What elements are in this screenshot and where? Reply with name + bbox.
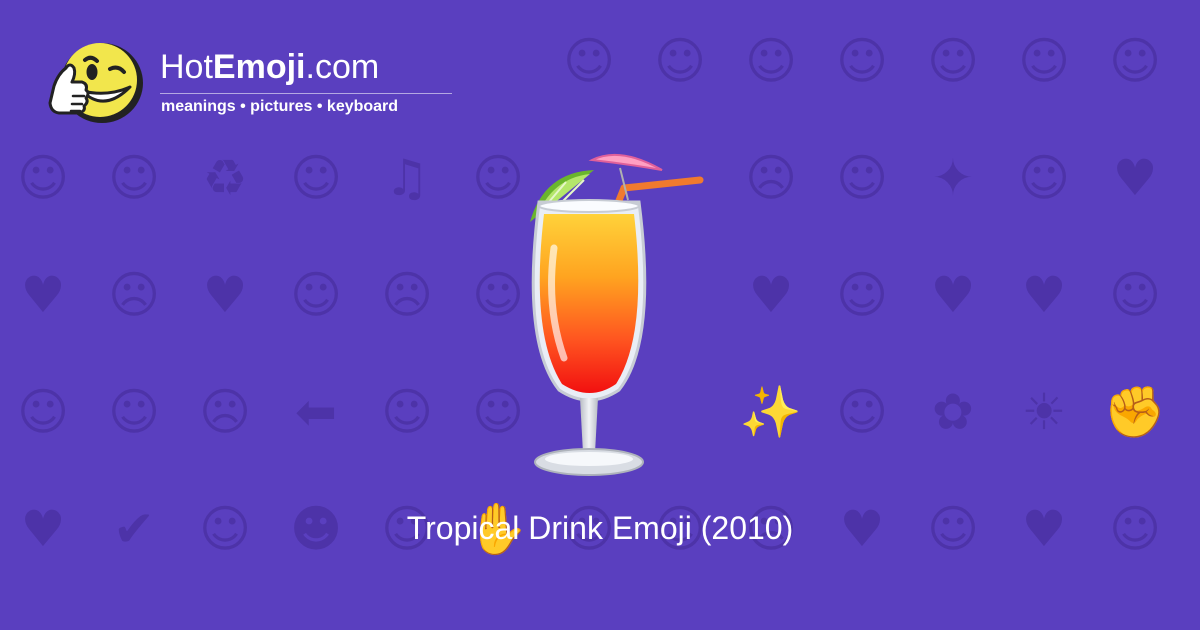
background-smiley-face-icon: ☺	[107, 149, 161, 207]
background-smiley-face-icon: ☺	[16, 149, 70, 207]
site-logo[interactable]: HotEmoji.com meanings • pictures • keybo…	[40, 36, 460, 132]
background-smiley-face-icon: ☺	[471, 149, 525, 207]
background-smiley-face-icon: ☺	[1017, 32, 1071, 90]
tropical-drink-icon	[530, 153, 704, 476]
background-sad-face-icon: ☹	[107, 266, 161, 324]
background-smiley-face-icon: ☺	[107, 383, 161, 441]
background-smiley-face-icon: ☺	[380, 383, 434, 441]
background-heart-icon: ♥	[1112, 149, 1158, 207]
background-recycle-icon: ♻	[202, 149, 248, 207]
background-heart-icon: ♥	[748, 266, 794, 324]
background-smiley-face-icon: ☺	[653, 32, 707, 90]
background-music-note-icon: ♫	[384, 149, 430, 207]
background-sparkle-icon: ✦	[932, 149, 974, 207]
emoji-caption: Tropical Drink Emoji (2010)	[406, 510, 794, 546]
background-flower-icon: ✿	[932, 383, 974, 441]
background-smiley-face-icon: ☺	[471, 266, 525, 324]
background-smiley-face-icon: ☺	[16, 383, 70, 441]
background-heart-icon: ♥	[20, 266, 66, 324]
background-sad-face-icon: ☹	[198, 383, 252, 441]
background-smiley-face-icon: ☺	[1108, 266, 1162, 324]
site-tagline: meanings • pictures • keyboard	[161, 98, 399, 115]
background-smiley-face-icon: ☺	[835, 149, 889, 207]
background-smiley-face-icon: ☺	[289, 266, 343, 324]
background-smiley-face-icon: ☺	[289, 149, 343, 207]
background-smiley-face-icon: ☺	[1017, 149, 1071, 207]
background-heart-icon: ♥	[930, 266, 976, 324]
background-sun-icon: ☀	[1021, 383, 1067, 441]
background-sad-face-icon: ☹	[380, 266, 434, 324]
background-smiley-face-icon: ☺	[926, 32, 980, 90]
background-heart-icon: ♥	[202, 266, 248, 324]
background-arrow-icon: ⬅	[295, 383, 337, 441]
background-smiley-face-icon: ☺	[1108, 32, 1162, 90]
winking-thumbs-up-face-icon	[48, 43, 143, 123]
background-sad-face-icon: ☹	[744, 149, 798, 207]
background-smiley-face-icon: ☺	[744, 32, 798, 90]
background-smiley-face-icon: ☺	[835, 32, 889, 90]
logo-divider	[160, 93, 452, 94]
background-sparkle-icon: ✨	[739, 383, 803, 441]
background-fist-icon: ✊	[1103, 383, 1167, 441]
background-smiley-face-icon: ☺	[471, 383, 525, 441]
background-smiley-face-icon: ☺	[562, 32, 616, 90]
site-name: HotEmoji.com	[160, 48, 380, 86]
background-smiley-face-icon: ☺	[835, 266, 889, 324]
background-heart-icon: ♥	[1021, 266, 1067, 324]
background-smiley-face-icon: ☺	[835, 383, 889, 441]
